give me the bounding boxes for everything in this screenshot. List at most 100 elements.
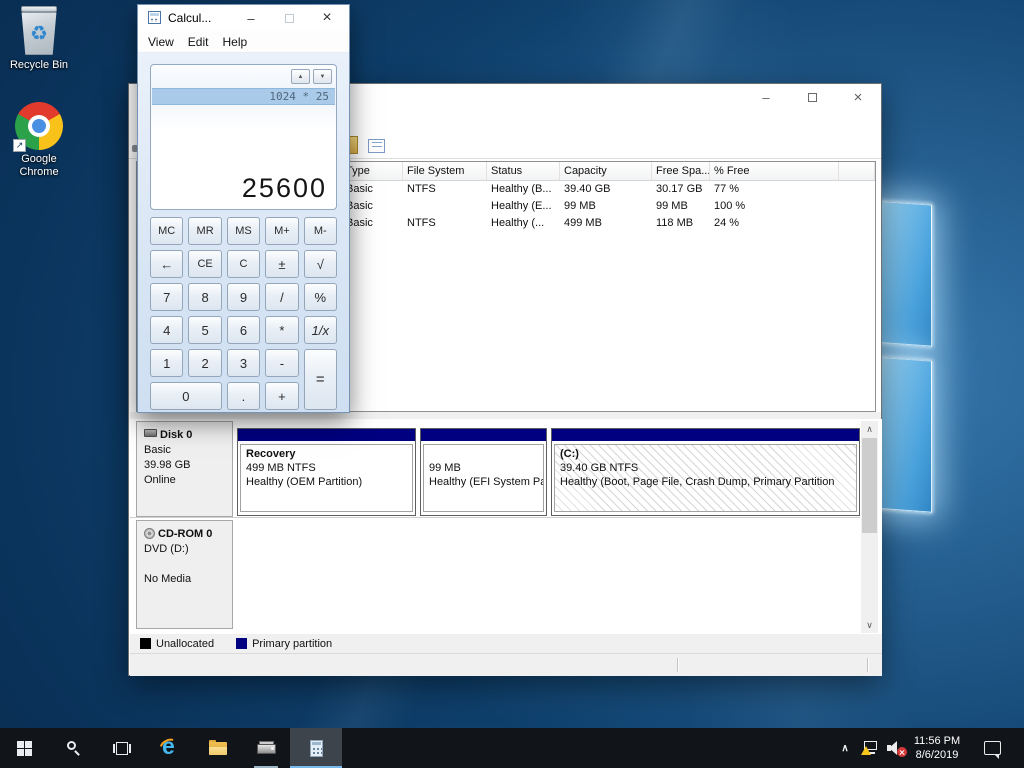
- calc-key-4[interactable]: 4: [150, 316, 184, 344]
- menu-help[interactable]: Help: [222, 35, 247, 49]
- disk-graphical-view: Disk 0 Basic 39.98 GB Online Recovery 49…: [130, 419, 882, 634]
- calc-key-c[interactable]: C: [226, 250, 261, 278]
- menu-view[interactable]: View: [148, 35, 174, 49]
- calc-key-dot[interactable]: .: [226, 382, 261, 410]
- calc-key-0[interactable]: 0: [150, 382, 222, 410]
- start-button[interactable]: [0, 728, 48, 768]
- minimize-button[interactable]: –: [743, 84, 789, 111]
- taskbar-clock: 11:56 PM 8/6/2019: [914, 734, 960, 762]
- cd-rom-icon: [144, 528, 155, 539]
- recycle-bin-icon: ♻: [17, 6, 61, 56]
- maximize-icon: [807, 93, 817, 102]
- calc-key-percent[interactable]: %: [303, 283, 337, 311]
- graphical-view-scrollbar[interactable]: ∧ ∨: [861, 421, 878, 633]
- recycle-bin-label: Recycle Bin: [9, 59, 69, 71]
- action-center-icon: [983, 741, 1001, 759]
- calc-key-equals[interactable]: =: [303, 349, 337, 410]
- disk0-label-panel[interactable]: Disk 0 Basic 39.98 GB Online: [136, 421, 233, 517]
- clock-date: 8/6/2019: [915, 749, 959, 761]
- desktop: ♻ Recycle Bin ↗ Google Chrome – × Type F…: [0, 0, 1024, 768]
- calc-key-mc[interactable]: MC: [150, 217, 184, 245]
- disk-icon: [144, 429, 157, 437]
- task-view-button[interactable]: [98, 728, 146, 768]
- calc-key-ce[interactable]: CE: [188, 250, 222, 278]
- calculator-taskbar-button[interactable]: [290, 728, 342, 768]
- calc-key-7[interactable]: 7: [150, 283, 184, 311]
- calc-key-8[interactable]: 8: [188, 283, 222, 311]
- partition-recovery[interactable]: Recovery 499 MB NTFS Healthy (OEM Partit…: [237, 428, 416, 516]
- close-button[interactable]: ×: [308, 5, 346, 31]
- desktop-icon-google-chrome[interactable]: ↗ Google Chrome: [4, 102, 74, 179]
- clock-tray-button[interactable]: 11:56 PM 8/6/2019: [906, 728, 968, 768]
- calc-key-plus[interactable]: +: [265, 382, 299, 410]
- maximize-button[interactable]: [789, 84, 835, 111]
- scroll-up-button[interactable]: ∧: [861, 421, 878, 437]
- header-percent-free[interactable]: % Free: [710, 162, 839, 180]
- disk-drive-icon: [256, 741, 276, 755]
- desktop-icon-recycle-bin[interactable]: ♻ Recycle Bin: [4, 6, 74, 72]
- calc-key-3[interactable]: 3: [226, 349, 261, 377]
- partition-legend: Unallocated Primary partition: [130, 634, 882, 653]
- calc-key-ms[interactable]: MS: [226, 217, 261, 245]
- calc-key-reciprocal[interactable]: 1/x: [303, 316, 337, 344]
- header-free-space[interactable]: Free Spa...: [652, 162, 710, 180]
- file-explorer-button[interactable]: [194, 728, 242, 768]
- calc-key-multiply[interactable]: *: [265, 316, 299, 344]
- pane-splitter[interactable]: [130, 412, 881, 419]
- close-button[interactable]: ×: [835, 84, 881, 111]
- partition-c[interactable]: (C:) 39.40 GB NTFS Healthy (Boot, Page F…: [551, 428, 860, 516]
- maximize-icon: [284, 13, 294, 23]
- calc-key-1[interactable]: 1: [150, 349, 184, 377]
- history-down-button[interactable]: ▼: [313, 69, 332, 84]
- menu-edit[interactable]: Edit: [188, 35, 209, 49]
- header-status[interactable]: Status: [487, 162, 560, 180]
- action-center-button[interactable]: [968, 728, 1016, 768]
- calc-key-mr[interactable]: MR: [188, 217, 222, 245]
- calc-key-sqrt[interactable]: √: [303, 250, 337, 278]
- calculator-window: Calcul... – × View Edit Help ▲ ▼ 1024 * …: [137, 4, 350, 413]
- chrome-icon: ↗: [13, 102, 63, 152]
- selected-partition-hatch: (C:) 39.40 GB NTFS Healthy (Boot, Page F…: [554, 444, 857, 512]
- calc-key-mminus[interactable]: M-: [303, 217, 337, 245]
- internet-explorer-button[interactable]: e: [146, 728, 194, 768]
- scrollbar-thumb[interactable]: [862, 438, 877, 533]
- cdrom-label-panel[interactable]: CD-ROM 0 DVD (D:) No Media: [136, 520, 233, 629]
- primary-partition-label: Primary partition: [252, 637, 333, 650]
- calculator-result: 25600: [241, 173, 327, 203]
- calc-key-backspace[interactable]: ←: [150, 250, 184, 278]
- calc-key-5[interactable]: 5: [188, 316, 222, 344]
- calculator-body: ▲ ▼ 1024 * 25 25600 MC MR MS M+ M- ← CE …: [138, 52, 349, 412]
- taskbar: e ∧ 11:56 PM 8/6/2019: [0, 728, 1024, 768]
- minimize-button[interactable]: –: [232, 5, 270, 31]
- calculator-app-icon: [148, 11, 161, 24]
- calc-key-minus[interactable]: -: [265, 349, 299, 377]
- windows-logo-icon: [16, 740, 32, 756]
- network-tray-button[interactable]: [858, 728, 884, 768]
- maximize-button[interactable]: [270, 5, 308, 31]
- disk0-row: Disk 0 Basic 39.98 GB Online Recovery 49…: [130, 421, 860, 518]
- shortcut-arrow-icon: ↗: [13, 139, 26, 152]
- calc-key-mplus[interactable]: M+: [265, 217, 299, 245]
- calc-key-9[interactable]: 9: [226, 283, 261, 311]
- calculator-titlebar[interactable]: Calcul... – ×: [138, 5, 349, 31]
- search-icon: [66, 740, 82, 756]
- calc-key-2[interactable]: 2: [188, 349, 222, 377]
- calc-key-divide[interactable]: /: [265, 283, 299, 311]
- toolbar-properties-icon[interactable]: [368, 139, 385, 153]
- header-type[interactable]: Type: [342, 162, 403, 180]
- volume-muted-icon: [887, 740, 907, 757]
- disk-management-taskbar-button[interactable]: [242, 728, 290, 768]
- header-file-system[interactable]: File System: [403, 162, 487, 180]
- tray-overflow-button[interactable]: ∧: [834, 728, 856, 768]
- chevron-up-icon: ∧: [841, 742, 849, 754]
- header-capacity[interactable]: Capacity: [560, 162, 652, 180]
- clock-time: 11:56 PM: [913, 735, 961, 747]
- search-button[interactable]: [50, 728, 98, 768]
- scroll-down-button[interactable]: ∨: [861, 617, 878, 633]
- history-entry[interactable]: 1024 * 25: [152, 88, 335, 105]
- history-up-button[interactable]: ▲: [291, 69, 310, 84]
- calc-key-6[interactable]: 6: [226, 316, 261, 344]
- network-warning-icon: [861, 741, 880, 755]
- partition-efi[interactable]: 99 MB Healthy (EFI System Pa: [420, 428, 547, 516]
- calc-key-negate[interactable]: ±: [265, 250, 299, 278]
